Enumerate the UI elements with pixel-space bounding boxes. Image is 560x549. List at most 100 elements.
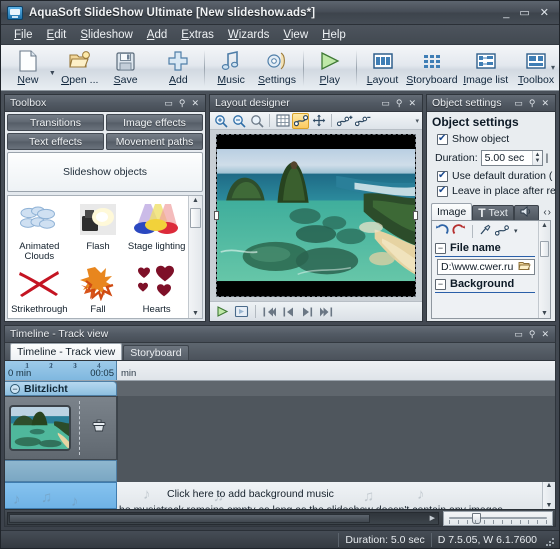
zoom-in-icon[interactable] xyxy=(212,113,229,129)
add-background-music-label[interactable]: Click here to add background music xyxy=(167,488,334,500)
minimize-button[interactable]: _ xyxy=(503,7,509,19)
tab-image[interactable]: Image xyxy=(431,203,473,220)
section-background[interactable]: − Background xyxy=(435,278,535,290)
leave-in-place-row[interactable]: Leave in place after rep xyxy=(437,185,555,197)
file-name-expander[interactable]: − xyxy=(435,242,446,254)
add-keyframe-icon[interactable] xyxy=(336,113,353,129)
tab-nav[interactable]: ‹ › xyxy=(543,207,551,220)
dropdown-caret-icon[interactable]: ▾ xyxy=(514,227,518,235)
category-image-effects[interactable]: Image effects xyxy=(106,114,203,131)
duration-input[interactable] xyxy=(481,151,533,165)
leave-in-place-checkbox[interactable] xyxy=(437,185,448,197)
toolbox-scroll-down-icon[interactable]: ▼ xyxy=(192,310,199,317)
objectsettings-close-button[interactable]: ✕ xyxy=(541,98,549,108)
timeline-scroll-down-icon[interactable]: ▼ xyxy=(546,502,553,509)
step-forward-icon[interactable] xyxy=(299,304,316,320)
close-button[interactable]: ✕ xyxy=(540,7,549,19)
objectsettings-scroll-thumb[interactable] xyxy=(540,241,549,257)
toolbar-overflow-button[interactable]: ▾ xyxy=(551,63,555,72)
timeline-track-empty-area[interactable] xyxy=(117,396,555,460)
section-file-name[interactable]: − File name xyxy=(435,242,535,254)
toolbar-settings-button[interactable]: Settings xyxy=(254,46,300,90)
skip-end-icon[interactable] xyxy=(318,304,335,320)
music-track-row[interactable]: ♪ ♫ ♪ ♪ ♫ ♪ ♫ ♪ Click here to add backgr… xyxy=(5,482,555,509)
toolbox-pin-button[interactable]: ⚲ xyxy=(179,98,186,108)
toolbox-scrollbar[interactable]: ▲ ▼ xyxy=(188,196,202,318)
motion-path-icon[interactable] xyxy=(292,112,309,129)
object-flash[interactable]: Flash xyxy=(69,199,128,262)
objectsettings-pin-button[interactable]: ⚲ xyxy=(529,98,536,108)
menu-file[interactable]: File xyxy=(7,27,40,43)
objectsettings-scroll-up-icon[interactable]: ▲ xyxy=(541,222,548,229)
menu-slideshow[interactable]: Slideshow xyxy=(73,27,139,43)
motion-path-small-icon[interactable] xyxy=(494,224,509,239)
timeline-ruler-rest[interactable]: min xyxy=(117,361,555,380)
browse-folder-icon[interactable] xyxy=(515,260,534,274)
timeline-selection-bar[interactable] xyxy=(5,460,117,482)
undo-arrow-icon[interactable] xyxy=(435,223,449,239)
use-default-duration-checkbox[interactable] xyxy=(437,170,448,182)
designer-canvas[interactable] xyxy=(210,130,422,301)
file-name-input[interactable] xyxy=(438,261,515,273)
duration-spin-arrows[interactable]: ▲ ▼ xyxy=(532,151,542,165)
object-fall[interactable]: Fall xyxy=(69,262,128,315)
tab-text[interactable]: T Text xyxy=(472,205,514,220)
object-strikethrough[interactable]: Strikethrough xyxy=(10,262,69,315)
menu-edit[interactable]: Edit xyxy=(40,27,74,43)
track-group-expander[interactable]: − xyxy=(10,383,20,394)
designer-pin-button[interactable]: ⚲ xyxy=(396,98,403,108)
toolbox-restore-button[interactable]: ▭ xyxy=(164,98,173,108)
resize-handle-right[interactable] xyxy=(413,210,418,220)
move-object-icon[interactable] xyxy=(310,113,327,129)
designer-restore-button[interactable]: ▭ xyxy=(381,98,390,108)
grid-icon[interactable] xyxy=(274,113,291,129)
zoom-fit-icon[interactable] xyxy=(248,113,265,129)
object-stage-lighting[interactable]: Stage lighting xyxy=(127,199,186,262)
objectsettings-restore-button[interactable]: ▭ xyxy=(514,98,523,108)
toolbox-close-button[interactable]: ✕ xyxy=(191,98,199,108)
tab-next-button[interactable]: › xyxy=(548,207,551,218)
timeline-hscroll-right-arrow[interactable]: ▶ xyxy=(430,514,435,522)
step-back-icon[interactable] xyxy=(280,304,297,320)
timeline-horizontal-scrollbar[interactable]: ▶ xyxy=(7,511,439,525)
toolbox-scroll-thumb[interactable] xyxy=(190,208,201,228)
object-hearts[interactable]: Hearts xyxy=(127,262,186,315)
skip-start-icon[interactable] xyxy=(261,304,278,320)
maximize-button[interactable]: ▭ xyxy=(519,7,529,19)
pick-tool-icon[interactable] xyxy=(479,224,492,239)
timeline-pin-button[interactable]: ⚲ xyxy=(529,329,536,339)
tab-sound[interactable] xyxy=(513,205,539,220)
play-icon[interactable] xyxy=(214,304,231,320)
file-name-field[interactable] xyxy=(437,259,535,275)
category-text-effects[interactable]: Text effects xyxy=(7,133,104,150)
duration-spinner[interactable]: ▲ ▼ xyxy=(480,150,543,166)
toolbar-add-button[interactable]: Add xyxy=(155,46,201,90)
designer-overflow-icon[interactable]: ▾ xyxy=(415,117,419,125)
objectsettings-scroll-down-icon[interactable]: ▼ xyxy=(541,310,548,317)
new-dropdown-arrow[interactable]: ▼ xyxy=(49,60,56,77)
object-settings-scrollbar[interactable]: ▲ ▼ xyxy=(538,221,550,318)
redo-arrow-icon[interactable] xyxy=(452,223,466,239)
resize-grip-icon[interactable] xyxy=(543,533,557,547)
tab-storyboard[interactable]: Storyboard xyxy=(123,345,189,360)
toolbox-scroll-up-icon[interactable]: ▲ xyxy=(192,197,199,204)
toolbar-storyboard-button[interactable]: Storyboard xyxy=(405,46,458,90)
tab-prev-button[interactable]: ‹ xyxy=(543,207,546,218)
timeline-ruler[interactable]: 1 2 3 4 0 min 00:05 min xyxy=(5,361,555,381)
menu-extras[interactable]: Extras xyxy=(174,27,221,43)
menu-add[interactable]: Add xyxy=(140,27,174,43)
duration-spin-down-icon[interactable]: ▼ xyxy=(534,158,540,164)
track-group-header[interactable]: − Blitzlicht xyxy=(5,381,117,396)
timeline-scroll-up-icon[interactable]: ▲ xyxy=(546,482,553,489)
category-movement-paths[interactable]: Movement paths xyxy=(106,133,203,150)
timeline-selection-empty[interactable] xyxy=(117,460,555,482)
object-animated-clouds[interactable]: Animated Clouds xyxy=(10,199,69,262)
resize-handle-left[interactable] xyxy=(214,210,219,220)
tab-timeline-trackview[interactable]: Timeline - Track view xyxy=(10,343,123,360)
show-object-row[interactable]: Show object xyxy=(437,133,551,145)
background-expander[interactable]: − xyxy=(435,278,446,290)
remove-keyframe-icon[interactable] xyxy=(354,113,371,129)
trash-can-icon[interactable] xyxy=(92,419,106,432)
music-track-selected[interactable]: ♪ ♫ ♪ xyxy=(5,482,117,509)
toolbar-save-button[interactable]: Save xyxy=(103,46,149,90)
